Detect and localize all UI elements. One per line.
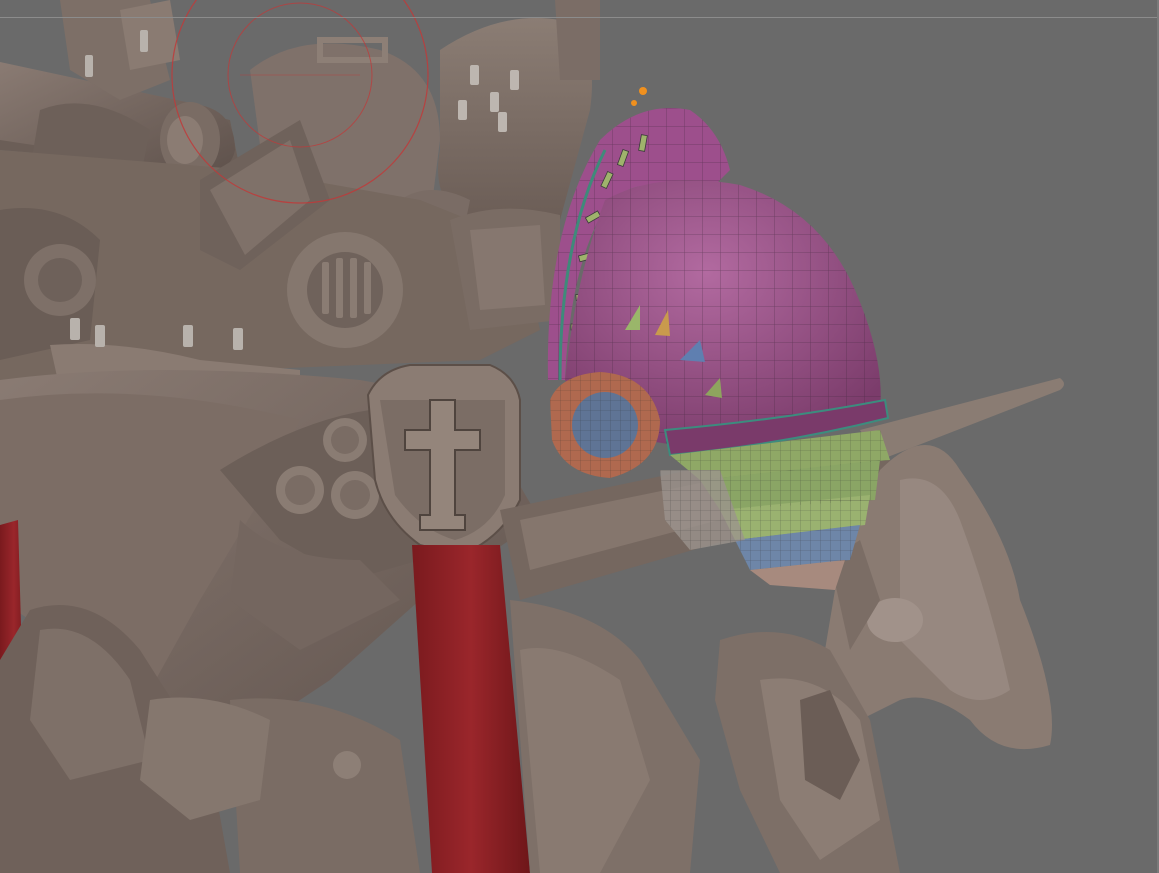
zbrush-viewport[interactable] bbox=[0, 0, 1159, 873]
viewport-top-guide bbox=[0, 17, 1159, 18]
sculpt-canvas[interactable] bbox=[0, 0, 1159, 873]
